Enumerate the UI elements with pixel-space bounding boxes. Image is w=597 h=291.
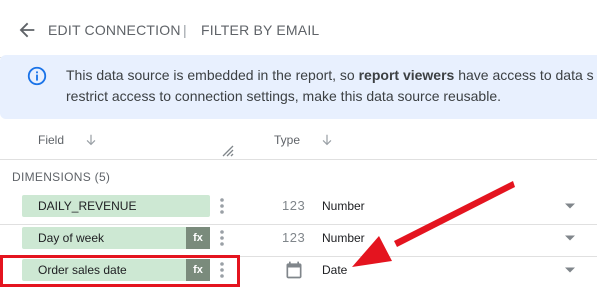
sort-arrow-down-icon[interactable]	[84, 133, 98, 147]
info-banner: This data source is embedded in the repo…	[0, 55, 597, 119]
banner-text-start: This data source is embedded in the repo…	[66, 67, 359, 83]
number-type-icon: 123	[282, 230, 306, 245]
type-value[interactable]: Number	[322, 231, 365, 245]
resize-handle-icon[interactable]	[218, 141, 234, 157]
calendar-icon	[286, 261, 302, 279]
number-type-icon: 123	[282, 198, 306, 213]
toolbar-separator: |	[183, 22, 187, 38]
type-value[interactable]: Date	[322, 263, 347, 277]
dimensions-section-title: DIMENSIONS (5)	[12, 170, 111, 184]
table-row: DAILY_REVENUE 123 Number	[0, 193, 597, 225]
toolbar: EDIT CONNECTION | FILTER BY EMAIL	[0, 0, 597, 58]
banner-text-end: have access to data s	[454, 67, 594, 83]
field-chip[interactable]: Day of week fx	[22, 227, 210, 249]
type-value[interactable]: Number	[322, 199, 365, 213]
dropdown-caret-icon[interactable]	[564, 202, 576, 210]
back-arrow-icon[interactable]	[16, 19, 38, 41]
dropdown-caret-icon[interactable]	[564, 234, 576, 242]
more-vert-icon[interactable]	[218, 196, 226, 216]
table-row: Order sales date fx Date	[0, 257, 597, 289]
banner-text-line2: restrict access to connection settings, …	[66, 88, 501, 104]
more-vert-icon[interactable]	[218, 260, 226, 280]
info-icon	[27, 66, 47, 86]
edit-connection-button[interactable]: EDIT CONNECTION	[48, 22, 181, 38]
field-chip[interactable]: Order sales date fx	[22, 259, 210, 281]
banner-message: This data source is embedded in the repo…	[66, 65, 597, 107]
column-header-field[interactable]: Field	[38, 130, 98, 150]
table-row: Day of week fx 123 Number	[0, 225, 597, 257]
field-name: DAILY_REVENUE	[38, 199, 137, 213]
field-name: Order sales date	[38, 263, 127, 277]
column-header-type-label: Type	[274, 133, 301, 147]
header-divider	[0, 159, 597, 160]
column-header-type[interactable]: Type	[274, 130, 334, 150]
calculated-field-fx-badge[interactable]: fx	[186, 227, 210, 249]
sort-arrow-down-icon[interactable]	[320, 133, 334, 147]
filter-by-email-button[interactable]: FILTER BY EMAIL	[201, 22, 319, 38]
column-header-field-label: Field	[38, 133, 65, 147]
field-name: Day of week	[38, 231, 105, 245]
calculated-field-fx-badge[interactable]: fx	[186, 259, 210, 281]
more-vert-icon[interactable]	[218, 228, 226, 248]
field-chip[interactable]: DAILY_REVENUE	[22, 195, 210, 217]
banner-text-bold: report viewers	[358, 67, 455, 83]
dropdown-caret-icon[interactable]	[564, 266, 576, 274]
